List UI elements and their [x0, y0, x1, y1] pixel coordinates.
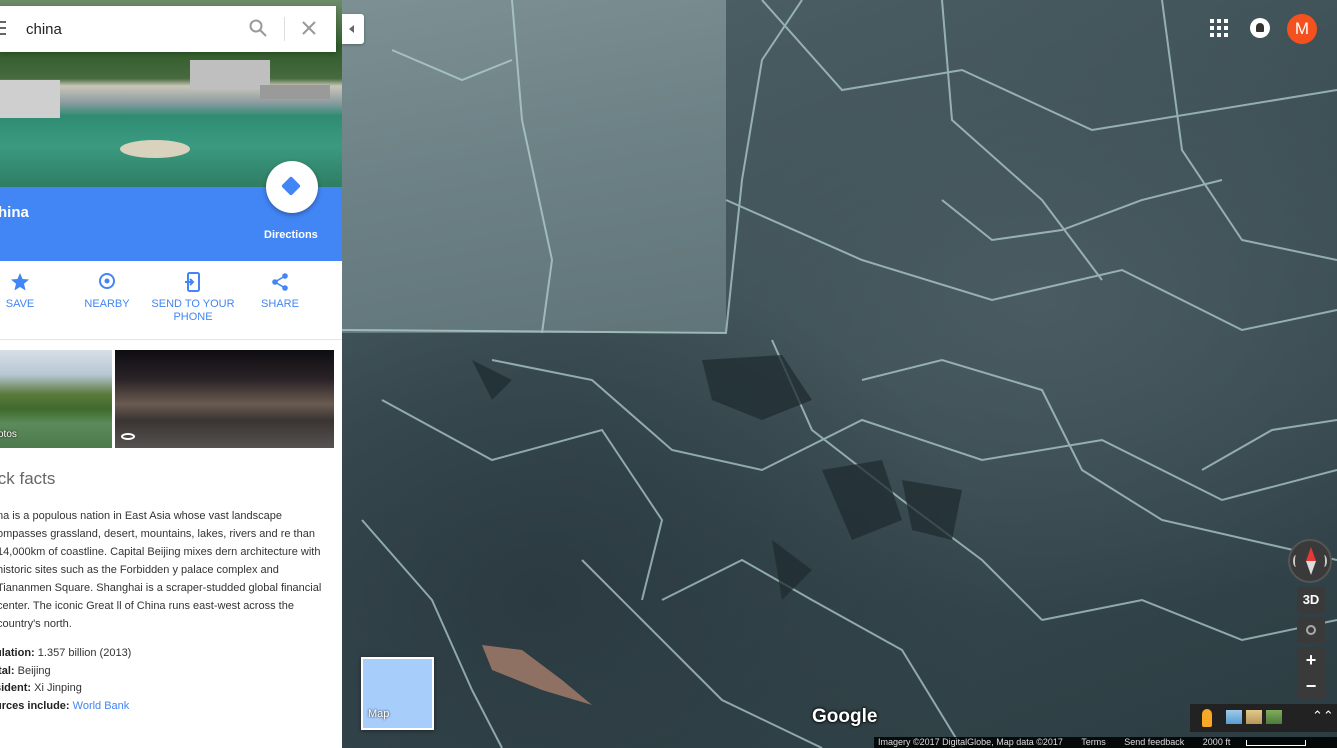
place-title: hina	[0, 204, 29, 221]
location-pin-icon	[99, 273, 115, 289]
layers-panel: ⌃⌃	[1190, 704, 1337, 732]
photos-thumbnail[interactable]: otos	[0, 350, 112, 448]
minimap-label: Map	[368, 708, 390, 720]
zoom-out-button[interactable]: −	[1297, 673, 1325, 699]
nearby-button[interactable]: NEARBY	[62, 272, 152, 311]
zoom-in-button[interactable]: +	[1297, 647, 1325, 673]
compass-icon[interactable]	[1288, 539, 1332, 583]
search-box	[0, 6, 336, 52]
scale-label: 2000 ft	[1202, 737, 1231, 747]
chevron-up-icon[interactable]: ⌃⌃	[1312, 708, 1334, 724]
place-sidebar: hina Directions SAVE NEARBY SEND TO YOUR…	[0, 0, 342, 748]
send-feedback-link[interactable]: Send feedback	[1124, 737, 1184, 747]
action-bar: SAVE NEARBY SEND TO YOUR PHONE SHARE	[0, 262, 342, 340]
quick-facts-heading: ick facts	[0, 469, 56, 488]
panorama-icon	[121, 433, 135, 440]
send-to-phone-icon	[185, 272, 200, 292]
fact-capital: ital: Beijing	[0, 664, 51, 677]
collapse-sidebar-button[interactable]	[342, 14, 364, 44]
ice-crack-pattern	[342, 0, 1337, 748]
send-to-phone-button[interactable]: SEND TO YOUR PHONE	[148, 272, 238, 324]
fact-population: ulation: 1.357 billion (2013)	[0, 647, 132, 659]
terms-link[interactable]: Terms	[1081, 737, 1106, 747]
my-location-icon	[1306, 625, 1316, 635]
3d-toggle-button[interactable]: 3D	[1297, 587, 1325, 613]
scale-bar	[1246, 739, 1307, 746]
layer-thumb-water[interactable]	[1226, 710, 1242, 724]
map-type-toggle[interactable]: Map	[361, 657, 434, 730]
share-button[interactable]: SHARE	[235, 272, 325, 311]
fact-sources: urces include: World Bank	[0, 699, 130, 712]
search-icon[interactable]	[249, 19, 267, 37]
search-divider	[284, 17, 285, 41]
layer-thumb-green[interactable]	[1266, 710, 1282, 724]
apps-grid-icon[interactable]	[1210, 19, 1228, 37]
street-view-thumbnail[interactable]	[115, 350, 334, 448]
place-description: na is a populous nation in East Asia who…	[0, 510, 322, 630]
layer-thumb-terrain[interactable]	[1246, 710, 1262, 724]
pegman-icon[interactable]	[1202, 709, 1212, 727]
directions-label[interactable]: Directions	[264, 229, 318, 241]
menu-icon[interactable]	[0, 21, 6, 35]
close-icon[interactable]	[300, 19, 318, 37]
my-location-button[interactable]	[1297, 617, 1325, 643]
directions-icon[interactable]	[266, 161, 318, 213]
avatar[interactable]: M	[1287, 14, 1317, 44]
star-icon	[11, 273, 29, 291]
google-logo: Google	[812, 706, 878, 727]
satellite-map[interactable]: M 3D + − Map Google ⌃⌃ Imagery ©2017 Dig…	[342, 0, 1337, 748]
share-icon	[272, 273, 288, 291]
world-bank-link[interactable]: World Bank	[73, 700, 130, 712]
facts-list: ulation: 1.357 billion (2013) ital: Beij…	[0, 645, 131, 715]
photos-label: otos	[0, 429, 17, 440]
attribution-text: Imagery ©2017 DigitalGlobe, Map data ©20…	[878, 737, 1063, 747]
save-button[interactable]: SAVE	[0, 272, 65, 311]
fact-president: sident: Xi Jinping	[0, 682, 82, 694]
search-input[interactable]	[26, 16, 236, 42]
map-attribution: Imagery ©2017 DigitalGlobe, Map data ©20…	[874, 737, 1337, 748]
notifications-icon[interactable]	[1250, 18, 1270, 38]
